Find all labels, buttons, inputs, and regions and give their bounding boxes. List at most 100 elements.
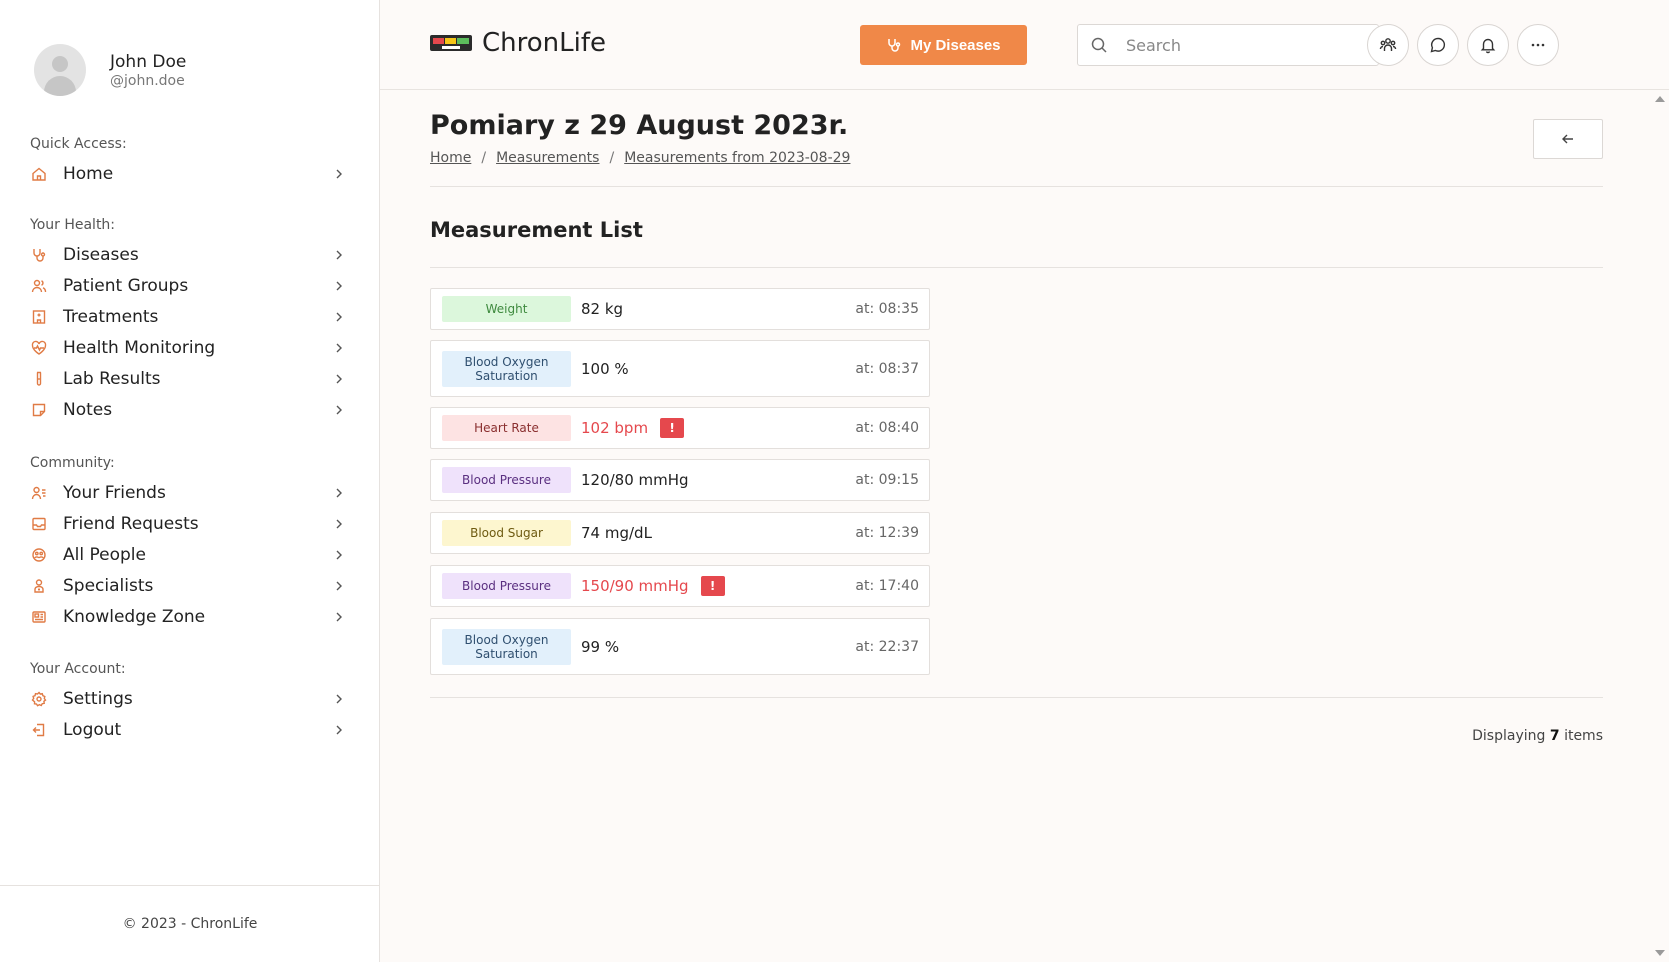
measurement-row[interactable]: Blood Sugar 74 mg/dL at: 12:39 bbox=[430, 512, 930, 554]
sidebar-item-label: Friend Requests bbox=[63, 514, 199, 534]
breadcrumb-measurements[interactable]: Measurements bbox=[496, 150, 599, 166]
logo-text: ChronLife bbox=[482, 28, 606, 58]
my-diseases-button[interactable]: My Diseases bbox=[860, 25, 1027, 65]
sidebar-item-patient-groups[interactable]: Patient Groups bbox=[30, 272, 346, 300]
chat-bubble-icon bbox=[1430, 37, 1446, 53]
more-options-button[interactable] bbox=[1517, 24, 1559, 66]
breadcrumb-separator: / bbox=[609, 150, 615, 166]
sidebar-item-home[interactable]: Home bbox=[30, 160, 346, 188]
measurement-row[interactable]: Weight 82 kg at: 08:35 bbox=[430, 288, 930, 330]
vertical-scrollbar[interactable] bbox=[1651, 90, 1669, 962]
hospital-icon bbox=[30, 308, 48, 326]
measurement-row[interactable]: Blood Pressure 150/90 mmHg ! at: 17:40 bbox=[430, 565, 930, 607]
sidebar-item-specialists[interactable]: Specialists bbox=[30, 572, 346, 600]
messages-button[interactable] bbox=[1417, 24, 1459, 66]
specialist-icon bbox=[30, 577, 48, 595]
chevron-right-icon bbox=[336, 488, 342, 498]
sidebar-item-settings[interactable]: Settings bbox=[30, 685, 346, 713]
inbox-icon bbox=[30, 515, 48, 533]
sidebar-item-label: Treatments bbox=[63, 307, 159, 327]
chevron-right-icon bbox=[336, 169, 342, 179]
chevron-right-icon bbox=[336, 612, 342, 622]
sidebar-item-treatments[interactable]: Treatments bbox=[30, 303, 346, 331]
sidebar-footer: © 2023 - ChronLife bbox=[0, 885, 380, 962]
gear-icon bbox=[30, 690, 48, 708]
section-label-your-health: Your Health: bbox=[30, 217, 116, 233]
search-input[interactable] bbox=[1126, 35, 1356, 55]
measurement-value: 74 mg/dL bbox=[581, 524, 652, 542]
measurement-type-badge: Blood Pressure bbox=[442, 467, 571, 493]
sidebar-item-all-people[interactable]: All People bbox=[30, 541, 346, 569]
heart-pulse-icon bbox=[30, 339, 48, 357]
measurement-type-badge: Blood Sugar bbox=[442, 520, 571, 546]
sidebar-item-label: Lab Results bbox=[63, 369, 161, 389]
breadcrumb-home[interactable]: Home bbox=[430, 150, 471, 166]
sidebar-item-label: Specialists bbox=[63, 576, 154, 596]
divider bbox=[430, 697, 1603, 698]
measurement-value: 150/90 mmHg bbox=[581, 577, 689, 595]
items-count: Displaying 7 items bbox=[1472, 728, 1603, 744]
section-title: Measurement List bbox=[430, 218, 643, 242]
measurement-time: at: 12:39 bbox=[855, 525, 919, 541]
page-title: Pomiary z 29 August 2023r. bbox=[430, 110, 849, 141]
notifications-button[interactable] bbox=[1467, 24, 1509, 66]
chevron-right-icon bbox=[336, 725, 342, 735]
search-icon bbox=[1091, 37, 1107, 53]
breadcrumb: Home / Measurements / Measurements from 2023… bbox=[430, 150, 850, 166]
bell-icon bbox=[1480, 38, 1496, 54]
measurement-value: 82 kg bbox=[581, 300, 624, 318]
section-label-quick-access: Quick Access: bbox=[30, 136, 127, 152]
breadcrumb-current[interactable]: Measurements from 2023-08-29 bbox=[624, 150, 850, 166]
sidebar-item-label: Notes bbox=[63, 400, 113, 420]
measurement-value: 120/80 mmHg bbox=[581, 471, 689, 489]
avatar bbox=[34, 44, 86, 96]
test-tube-icon bbox=[30, 370, 48, 388]
measurement-time: at: 09:15 bbox=[855, 472, 919, 488]
measurement-time: at: 08:40 bbox=[855, 420, 919, 436]
sidebar-item-label: Diseases bbox=[63, 245, 139, 265]
logo[interactable]: ChronLife bbox=[430, 28, 606, 58]
search-box[interactable] bbox=[1077, 24, 1379, 66]
sidebar-item-health-monitoring[interactable]: Health Monitoring bbox=[30, 334, 346, 362]
sidebar-item-friend-requests[interactable]: Friend Requests bbox=[30, 510, 346, 538]
arrow-left-icon bbox=[1562, 134, 1573, 144]
sidebar-item-logout[interactable]: Logout bbox=[30, 716, 346, 744]
sidebar-item-your-friends[interactable]: Your Friends bbox=[30, 479, 346, 507]
groups-button[interactable] bbox=[1367, 24, 1409, 66]
measurement-type-badge: Weight bbox=[442, 296, 571, 322]
chevron-right-icon bbox=[336, 281, 342, 291]
sidebar-item-lab-results[interactable]: Lab Results bbox=[30, 365, 346, 393]
sidebar: John Doe @john.doe Quick Access: Home Yo… bbox=[0, 0, 380, 962]
measurement-value: 99 % bbox=[581, 637, 620, 656]
measurement-row[interactable]: Blood Oxygen Saturation 100 % at: 08:37 bbox=[430, 340, 930, 397]
measurement-type-badge: Blood Oxygen Saturation bbox=[442, 628, 571, 665]
logout-icon bbox=[30, 721, 48, 739]
scroll-up-arrow[interactable] bbox=[1655, 96, 1665, 102]
sidebar-item-knowledge-zone[interactable]: Knowledge Zone bbox=[30, 603, 346, 631]
section-label-your-account: Your Account: bbox=[30, 661, 126, 677]
measurement-row[interactable]: Heart Rate 102 bpm ! at: 08:40 bbox=[430, 407, 930, 449]
section-label-community: Community: bbox=[30, 455, 115, 471]
alert-flag: ! bbox=[660, 418, 685, 438]
measurement-type-badge: Blood Pressure bbox=[442, 573, 571, 599]
measurement-type-badge: Heart Rate bbox=[442, 415, 571, 441]
divider bbox=[430, 267, 1603, 268]
scroll-down-arrow[interactable] bbox=[1655, 950, 1665, 956]
sticky-note-icon bbox=[30, 401, 48, 419]
sidebar-item-diseases[interactable]: Diseases bbox=[30, 241, 346, 269]
measurement-row[interactable]: Blood Oxygen Saturation 99 % at: 22:37 bbox=[430, 618, 930, 675]
sidebar-item-label: Your Friends bbox=[63, 483, 166, 503]
user-list-icon bbox=[30, 484, 48, 502]
measurement-value: 100 % bbox=[581, 359, 629, 378]
chevron-right-icon bbox=[336, 519, 342, 529]
back-button[interactable] bbox=[1533, 119, 1603, 159]
divider bbox=[430, 186, 1603, 187]
alert-flag: ! bbox=[700, 576, 725, 596]
stethoscope-icon bbox=[30, 246, 48, 264]
items-count-suffix: items bbox=[1564, 728, 1603, 744]
user-profile[interactable]: John Doe @john.doe bbox=[34, 44, 186, 96]
sidebar-item-notes[interactable]: Notes bbox=[30, 396, 346, 424]
my-diseases-label: My Diseases bbox=[910, 36, 1001, 54]
measurement-row[interactable]: Blood Pressure 120/80 mmHg at: 09:15 bbox=[430, 459, 930, 501]
stethoscope-icon bbox=[888, 39, 901, 52]
